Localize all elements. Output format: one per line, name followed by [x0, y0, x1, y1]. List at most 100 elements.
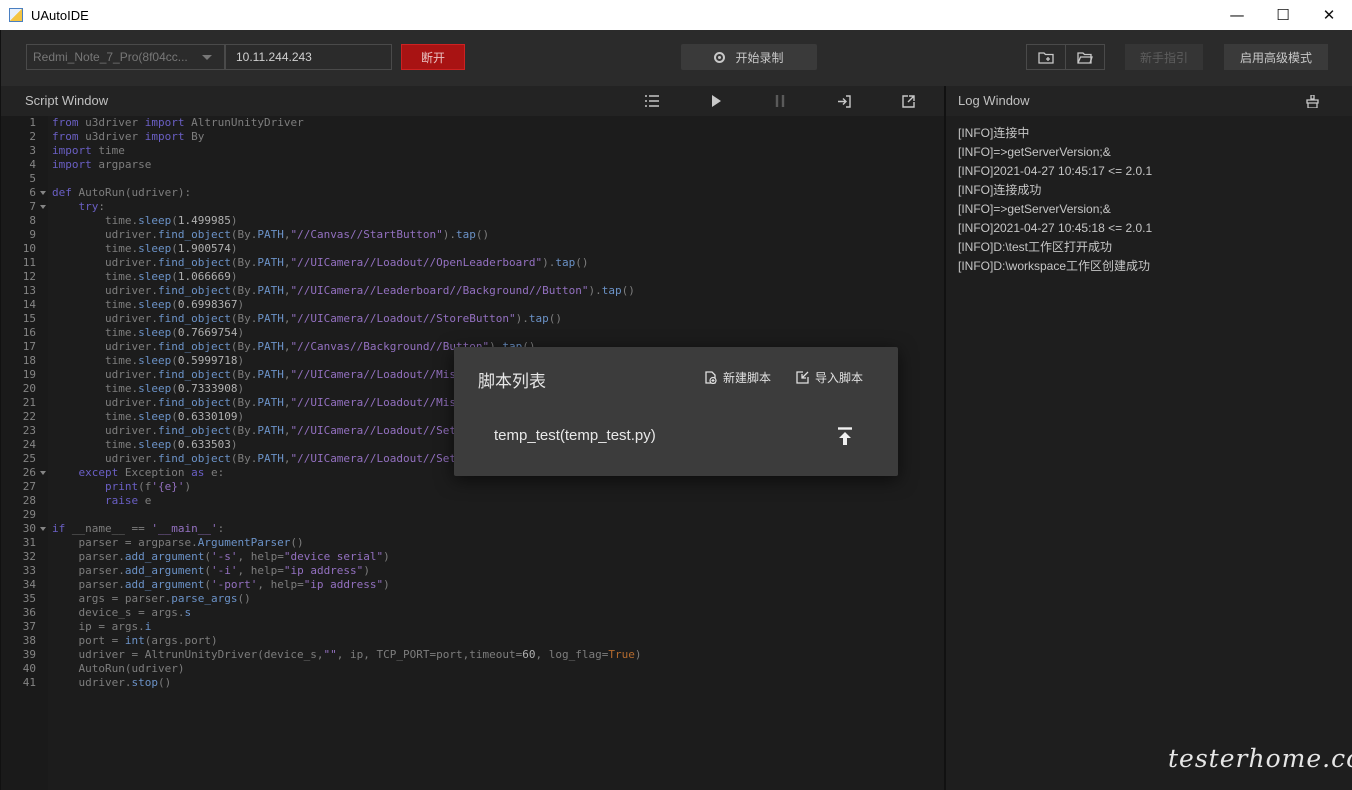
- line-number: 24: [22, 438, 36, 451]
- code-line: port = int(args.port): [52, 634, 218, 647]
- line-number: 22: [22, 410, 36, 423]
- main-toolbar: Redmi_Note_7_Pro(8f04cc... 断开 开始录制 新手指引 …: [0, 30, 1352, 86]
- start-record-label: 开始录制: [735, 50, 784, 65]
- code-line: parser.add_argument('-port', help="ip ad…: [52, 578, 390, 591]
- external-link-icon: [901, 94, 915, 108]
- line-number: 32: [22, 550, 36, 563]
- pause-button[interactable]: [773, 94, 787, 108]
- line-number: 19: [22, 368, 36, 381]
- code-line: udriver.find_object(By.PATH,"//UICamera/…: [52, 312, 562, 325]
- broom-icon: [1305, 94, 1319, 108]
- advanced-mode-button[interactable]: 启用高级模式: [1224, 44, 1328, 70]
- line-number: 14: [22, 298, 36, 311]
- play-icon: [712, 95, 721, 107]
- log-line: [INFO]2021-04-27 10:45:18 <= 2.0.1: [958, 221, 1153, 235]
- line-number: 33: [22, 564, 36, 577]
- line-number: 17: [22, 340, 36, 353]
- code-line: device_s = args.s: [52, 606, 192, 619]
- import-script-label: 导入脚本: [815, 370, 864, 385]
- code-line: time.sleep(0.7669754): [52, 326, 245, 339]
- code-line: args = parser.parse_args(): [52, 592, 251, 605]
- line-number: 1: [29, 116, 36, 129]
- app-icon: [9, 8, 23, 22]
- run-button[interactable]: [709, 94, 723, 108]
- line-number: 21: [22, 396, 36, 409]
- code-line: parser.add_argument('-i', help="ip addre…: [52, 564, 370, 577]
- log-line: [INFO]连接成功: [958, 183, 1042, 197]
- import-icon: [796, 370, 809, 384]
- line-number: 23: [22, 424, 36, 437]
- open-workspace-button[interactable]: [1065, 45, 1104, 69]
- log-clear-button[interactable]: [1305, 94, 1319, 108]
- line-number: 39: [22, 648, 36, 661]
- device-select[interactable]: Redmi_Note_7_Pro(8f04cc...: [26, 44, 225, 70]
- beginner-guide-button[interactable]: 新手指引: [1125, 44, 1203, 70]
- pin-top-icon[interactable]: [837, 427, 853, 445]
- log-line: [INFO]D:\workspace工作区创建成功: [958, 259, 1151, 273]
- minimize-button[interactable]: —: [1214, 0, 1260, 30]
- list-icon: [645, 95, 659, 107]
- code-line: AutoRun(udriver): [52, 662, 185, 675]
- open-external-button[interactable]: [901, 94, 915, 108]
- line-number: 26: [1, 466, 48, 480]
- line-number: 36: [22, 606, 36, 619]
- code-line: parser.add_argument('-s', help="device s…: [52, 550, 390, 563]
- new-script-button[interactable]: 新建脚本: [704, 369, 771, 385]
- log-output: [INFO]连接中 [INFO]=>getServerVersion;& [INFO…: [946, 116, 1352, 790]
- line-number: 38: [22, 634, 36, 647]
- line-number: 16: [22, 326, 36, 339]
- line-number: 29: [22, 508, 36, 521]
- line-number: 35: [22, 592, 36, 605]
- workspace-button-group: [1026, 44, 1105, 70]
- line-number: 9: [29, 228, 36, 241]
- code-line: def AutoRun(udriver):: [52, 186, 192, 199]
- pause-icon: [775, 95, 785, 107]
- code-line: time.sleep(1.066669): [52, 270, 238, 283]
- close-button[interactable]: ✕: [1306, 0, 1352, 30]
- log-line: [INFO]连接中: [958, 126, 1030, 140]
- line-number: 8: [29, 214, 36, 227]
- code-line: udriver.find_object(By.PATH,"//UICamera/…: [52, 284, 635, 297]
- script-window-header: Script Window: [0, 86, 944, 116]
- line-number: 3: [29, 144, 36, 157]
- code-line: try:: [78, 200, 106, 213]
- log-window-header: Log Window: [946, 86, 1352, 116]
- maximize-button[interactable]: ☐: [1260, 0, 1306, 30]
- new-workspace-button[interactable]: [1027, 45, 1065, 69]
- log-line: [INFO]2021-04-27 10:45:17 <= 2.0.1: [958, 164, 1153, 178]
- watermark: testerhome.com: [1168, 744, 1352, 773]
- code-line: ip = args.i: [52, 620, 152, 633]
- script-list-button[interactable]: [645, 94, 659, 108]
- script-list-item[interactable]: temp_test(temp_test.py): [494, 427, 656, 444]
- code-line: udriver.find_object(By.PATH,"//UICamera/…: [52, 256, 589, 269]
- script-window-title: Script Window: [25, 93, 109, 108]
- line-number: 11: [22, 256, 36, 269]
- line-number: 41: [22, 676, 36, 689]
- code-line: if __name__ == '__main__':: [52, 522, 225, 535]
- code-line: print(f'{e}'): [104, 480, 192, 493]
- folder-add-icon: [1038, 51, 1054, 64]
- line-number: 27: [22, 480, 36, 493]
- file-add-icon: [705, 370, 717, 384]
- code-line: import time: [52, 144, 125, 157]
- new-script-label: 新建脚本: [723, 370, 772, 385]
- start-record-button[interactable]: 开始录制: [681, 44, 817, 70]
- line-number: 13: [22, 284, 36, 297]
- code-line: import argparse: [52, 158, 152, 171]
- log-line: [INFO]=>getServerVersion;&: [958, 202, 1111, 216]
- line-number: 34: [22, 578, 36, 591]
- window-title: UAutoIDE: [31, 7, 89, 23]
- code-line: from u3driver import By: [52, 130, 205, 143]
- line-number: 12: [22, 270, 36, 283]
- export-button[interactable]: [837, 94, 851, 108]
- line-number-gutter: 1 2 3 4 5 6 7 8 9 10 11 12 13 14 15 16 17 18 19 20 21 22 23 24 2…: [1, 116, 48, 790]
- line-number: 18: [22, 354, 36, 367]
- webcam-icon: [714, 51, 726, 63]
- line-number: 20: [22, 382, 36, 395]
- script-list-dialog: 脚本列表 新建脚本 导入脚本 temp_test(temp_test.py): [454, 347, 898, 476]
- code-line: udriver = AltrunUnityDriver(device_s,"",…: [52, 648, 642, 661]
- import-script-button[interactable]: 导入脚本: [796, 369, 863, 385]
- line-number: 30: [1, 522, 48, 536]
- ip-input[interactable]: [225, 44, 392, 70]
- disconnect-button[interactable]: 断开: [401, 44, 465, 70]
